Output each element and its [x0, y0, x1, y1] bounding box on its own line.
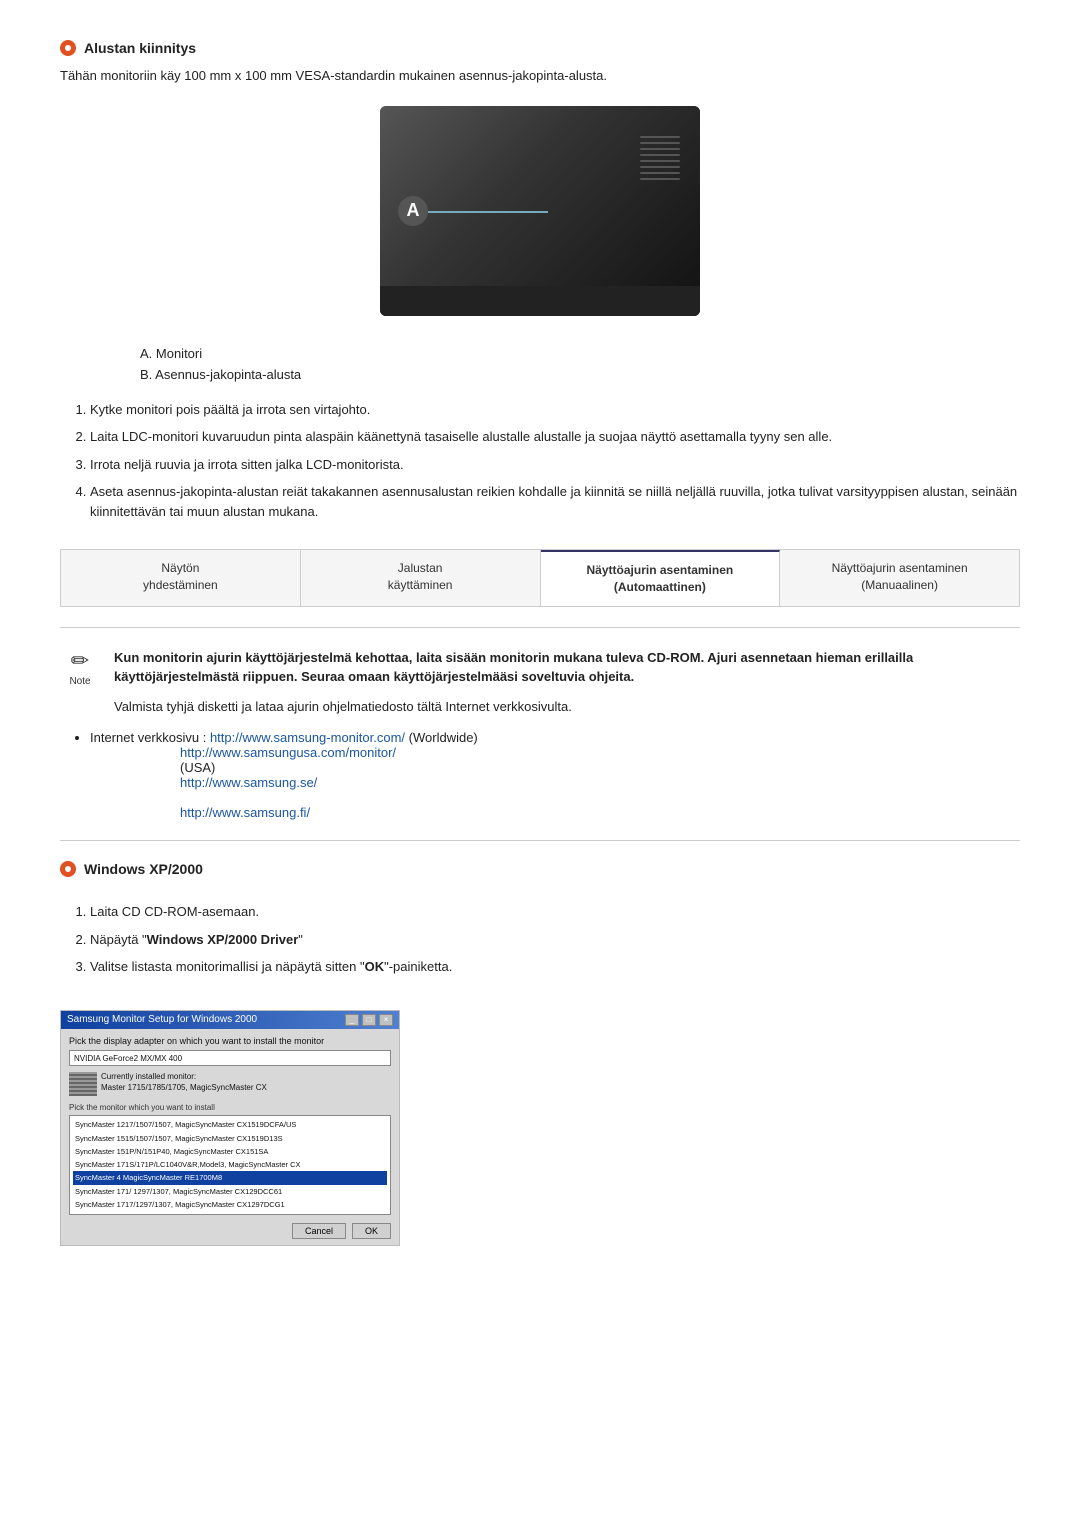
step-3: Irrota neljä ruuvia ja irrota sitten jal… — [90, 455, 1020, 475]
thumbnail-area: Currently installed monitor: Master 1715… — [69, 1072, 391, 1096]
vent-line — [640, 142, 680, 144]
note-sub-text: Valmista tyhjä disketti ja lataa ajurin … — [114, 697, 1020, 717]
monitor-list[interactable]: SyncMaster 1217/1507/1507, MagicSyncMast… — [69, 1115, 391, 1215]
label-a: A. Monitori — [140, 346, 1020, 361]
close-button[interactable]: × — [379, 1014, 393, 1026]
links-list: Internet verkkosivu : http://www.samsung… — [90, 730, 1020, 820]
tab-nayttöajurin-manuaalinen[interactable]: Näyttöajurin asentaminen(Manuaalinen) — [780, 550, 1019, 606]
links-label: Internet verkkosivu : — [90, 730, 206, 745]
cancel-button[interactable]: Cancel — [292, 1223, 346, 1239]
note-box: ✏ Note Kun monitorin ajurin käyttöjärjes… — [60, 648, 1020, 717]
note-text-bold: Kun monitorin ajurin käyttöjärjestelmä k… — [114, 648, 1020, 687]
section1-title: Alustan kiinnitys — [84, 40, 196, 56]
adapter-value: NVIDIA GeForce2 MX/MX 400 — [74, 1053, 182, 1064]
section2-bullet-icon — [60, 861, 76, 877]
section-windows-xp: Windows XP/2000 Laita CD CD-ROM-asemaan.… — [60, 861, 1020, 1246]
note-content: Kun monitorin ajurin käyttöjärjestelmä k… — [114, 648, 1020, 717]
section1-bullet-icon — [60, 40, 76, 56]
monitor-label-a: A — [398, 196, 428, 226]
list-item[interactable]: SyncMaster 1515/1507/1507, MagicSyncMast… — [73, 1132, 387, 1145]
step-2-1: Laita CD CD-ROM-asemaan. — [90, 902, 1020, 922]
label-b: B. Asennus-jakopinta-alusta — [140, 367, 1020, 382]
vent-line — [640, 166, 680, 168]
divider-1 — [60, 627, 1020, 628]
currently-label: Currently installed monitor: — [101, 1072, 267, 1082]
step-1: Kytke monitori pois päältä ja irrota sen… — [90, 400, 1020, 420]
monitor-line — [428, 211, 548, 213]
screenshot-titlebar: Samsung Monitor Setup for Windows 2000 _… — [61, 1011, 399, 1029]
monitor-labels: A. Monitori B. Asennus-jakopinta-alusta — [140, 346, 1020, 382]
list-item[interactable]: SyncMaster 1717/1297/1307, MagicSyncMast… — [73, 1198, 387, 1211]
screenshot-body: Pick the display adapter on which you wa… — [61, 1029, 399, 1246]
step-2-3: Valitse listasta monitorimallisi ja näpä… — [90, 957, 1020, 977]
screenshot-dialog: Samsung Monitor Setup for Windows 2000 _… — [60, 1010, 400, 1247]
vent-line — [640, 148, 680, 150]
dialog-buttons: Cancel OK — [69, 1223, 391, 1239]
monitor-thumbnail — [69, 1072, 97, 1096]
vent-line — [640, 172, 680, 174]
step-2: Laita LDC-monitori kuvaruudun pinta alas… — [90, 427, 1020, 447]
pencil-icon: ✏ — [71, 648, 89, 674]
monitor-image: A — [380, 106, 700, 316]
section2-steps: Laita CD CD-ROM-asemaan. Näpäytä "Window… — [80, 902, 1020, 977]
list-item-selected[interactable]: SyncMaster 4 MagicSyncMaster RE1700M8 — [73, 1171, 387, 1184]
adapter-label: Pick the display adapter on which you wa… — [69, 1035, 391, 1048]
monitor-vents — [640, 136, 680, 286]
vent-line — [640, 160, 680, 162]
link-item-1: Internet verkkosivu : http://www.samsung… — [90, 730, 1020, 820]
vent-line — [640, 136, 680, 138]
tab-jalustan-kayttaminen[interactable]: Jalustankäyttäminen — [301, 550, 541, 606]
note-icon-block: ✏ Note — [60, 648, 100, 687]
section1-intro: Tähän monitoriin käy 100 mm x 100 mm VES… — [60, 66, 1020, 86]
list-item[interactable]: SyncMaster 171M/1297/1307, MagicSyncMast… — [73, 1211, 387, 1215]
list-item[interactable]: SyncMaster 151P/N/151P40, MagicSyncMaste… — [73, 1145, 387, 1158]
monitor-image-container: A — [60, 106, 1020, 316]
link-worldwide[interactable]: http://www.samsung-monitor.com/ — [210, 730, 405, 745]
nav-tabs: Näytönyhdestäminen Jalustankäyttäminen N… — [60, 549, 1020, 607]
step-2-2: Näpäytä "Windows XP/2000 Driver" — [90, 930, 1020, 950]
section2-title-bar: Windows XP/2000 — [60, 861, 1020, 877]
section1-steps: Kytke monitori pois päältä ja irrota sen… — [80, 400, 1020, 522]
tab-nayttöajurin-automaattinen[interactable]: Näyttöajurin asentaminen(Automaattinen) — [541, 550, 781, 606]
list-item[interactable]: SyncMaster 171/ 1297/1307, MagicSyncMast… — [73, 1185, 387, 1198]
vent-line — [640, 178, 680, 180]
screenshot-title: Samsung Monitor Setup for Windows 2000 — [67, 1014, 257, 1025]
adapter-select[interactable]: NVIDIA GeForce2 MX/MX 400 — [69, 1050, 391, 1066]
vent-line — [640, 154, 680, 156]
ok-button[interactable]: OK — [352, 1223, 391, 1239]
link-usa[interactable]: http://www.samsungusa.com/monitor/ — [180, 745, 1020, 760]
titlebar-buttons: _ □ × — [345, 1014, 393, 1026]
divider-2 — [60, 840, 1020, 841]
link-se[interactable]: http://www.samsung.se/ — [180, 775, 1020, 790]
currently-value: Master 1715/1785/1705, MagicSyncMaster C… — [101, 1083, 267, 1093]
step-4: Aseta asennus-jakopinta-alustan reiät ta… — [90, 482, 1020, 521]
section-alustan-kiinnitys: Alustan kiinnitys Tähän monitoriin käy 1… — [60, 40, 1020, 521]
section1-title-bar: Alustan kiinnitys — [60, 40, 1020, 56]
tab-nayton-yhdestaminen[interactable]: Näytönyhdestäminen — [61, 550, 301, 606]
maximize-button[interactable]: □ — [362, 1014, 376, 1026]
note-label: Note — [69, 676, 90, 687]
section2-title: Windows XP/2000 — [84, 861, 203, 877]
monitor-bottom — [380, 286, 700, 316]
minimize-button[interactable]: _ — [345, 1014, 359, 1026]
link-worldwide-suffix: (Worldwide) — [409, 730, 478, 745]
link-usa-suffix: (USA) — [180, 760, 215, 775]
list-item[interactable]: SyncMaster 1217/1507/1507, MagicSyncMast… — [73, 1118, 387, 1131]
list-item[interactable]: SyncMaster 171S/171P/LC1040V&R,Model3, M… — [73, 1158, 387, 1171]
list-label: Pick the monitor which you want to insta… — [69, 1102, 391, 1113]
links-section: Internet verkkosivu : http://www.samsung… — [60, 730, 1020, 820]
currently-installed: Currently installed monitor: Master 1715… — [101, 1072, 267, 1093]
link-fi[interactable]: http://www.samsung.fi/ — [180, 805, 1020, 820]
